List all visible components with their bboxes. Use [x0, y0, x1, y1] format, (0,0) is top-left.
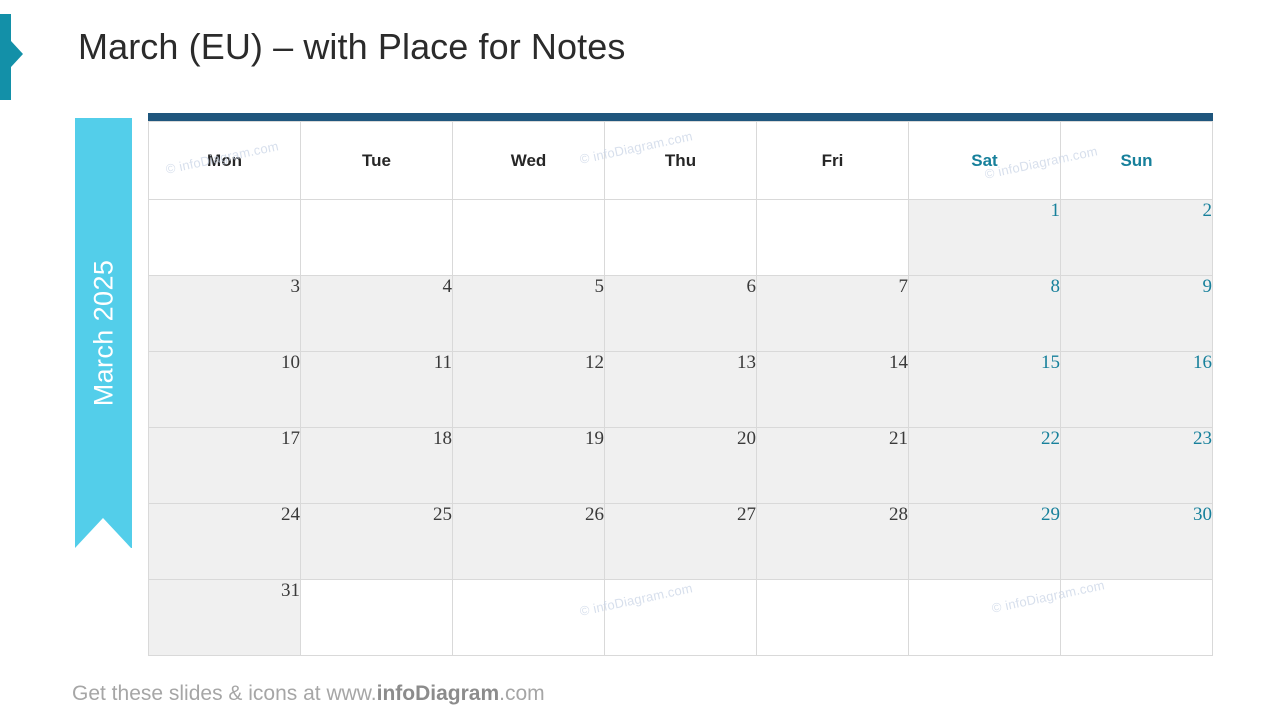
calendar-day-cell[interactable]: 20 [604, 427, 757, 504]
calendar-header-tue: Tue [300, 121, 453, 200]
month-ribbon: March 2025 [75, 118, 132, 548]
calendar-week-row: 24 25 26 27 28 29 30 [148, 503, 1213, 580]
calendar-week-row: 10 11 12 13 14 15 16 [148, 351, 1213, 428]
calendar-day-cell[interactable]: 22 [908, 427, 1061, 504]
calendar-empty-cell[interactable] [300, 579, 453, 656]
calendar-day-cell[interactable]: 6 [604, 275, 757, 352]
calendar-empty-cell[interactable] [452, 579, 605, 656]
month-ribbon-label: March 2025 [88, 259, 118, 407]
calendar-day-cell[interactable]: 24 [148, 503, 301, 580]
calendar-day-cell[interactable]: 2 [1060, 199, 1213, 276]
calendar-day-cell[interactable]: 14 [756, 351, 909, 428]
calendar-day-cell[interactable]: 3 [148, 275, 301, 352]
calendar-day-cell[interactable]: 28 [756, 503, 909, 580]
calendar-header-fri: Fri [756, 121, 909, 200]
calendar-container: Mon Tue Wed Thu Fri Sat Sun 1 2 3 4 5 6 7 8 9 10 11 12 13 1… [148, 113, 1213, 656]
calendar-day-cell[interactable]: 8 [908, 275, 1061, 352]
calendar-header-mon: Mon [148, 121, 301, 200]
calendar-day-cell[interactable]: 25 [300, 503, 453, 580]
calendar-day-cell[interactable]: 12 [452, 351, 605, 428]
calendar-day-cell[interactable]: 11 [300, 351, 453, 428]
calendar-day-cell[interactable]: 26 [452, 503, 605, 580]
calendar-header-thu: Thu [604, 121, 757, 200]
calendar-empty-cell[interactable] [756, 579, 909, 656]
calendar-day-cell[interactable]: 17 [148, 427, 301, 504]
calendar-day-cell[interactable]: 9 [1060, 275, 1213, 352]
calendar-day-cell[interactable]: 13 [604, 351, 757, 428]
calendar-day-cell[interactable]: 30 [1060, 503, 1213, 580]
title-accent-bar [0, 14, 11, 100]
ribbon-notch [75, 518, 131, 548]
calendar-day-cell[interactable]: 19 [452, 427, 605, 504]
calendar-header-sat: Sat [908, 121, 1061, 200]
calendar-header-wed: Wed [452, 121, 605, 200]
calendar-day-cell[interactable]: 16 [1060, 351, 1213, 428]
calendar-empty-cell[interactable] [756, 199, 909, 276]
calendar-week-row: 12 [148, 199, 1213, 276]
calendar-empty-cell[interactable] [300, 199, 453, 276]
calendar-day-cell[interactable]: 4 [300, 275, 453, 352]
calendar-week-row: 31 [148, 579, 1213, 656]
calendar-empty-cell[interactable] [1060, 579, 1213, 656]
calendar-header-row: Mon Tue Wed Thu Fri Sat Sun [148, 121, 1213, 200]
title-chevron-icon [11, 41, 23, 67]
footer-prefix: Get these slides & icons at www. [72, 682, 377, 705]
calendar-day-cell[interactable]: 5 [452, 275, 605, 352]
calendar-day-cell[interactable]: 7 [756, 275, 909, 352]
calendar-empty-cell[interactable] [908, 579, 1061, 656]
calendar-grid: Mon Tue Wed Thu Fri Sat Sun 1 2 3 4 5 6 7 8 9 10 11 12 13 1… [148, 121, 1213, 656]
calendar-week-row: 3456789 [148, 275, 1213, 352]
calendar-empty-cell[interactable] [452, 199, 605, 276]
calendar-top-bar [148, 113, 1213, 121]
footer-suffix: .com [499, 682, 545, 705]
calendar-empty-cell[interactable] [148, 199, 301, 276]
footer-promo: Get these slides & icons at www.infoDiag… [72, 682, 545, 706]
calendar-day-cell[interactable]: 27 [604, 503, 757, 580]
calendar-day-cell[interactable]: 18 [300, 427, 453, 504]
calendar-header-sun: Sun [1060, 121, 1213, 200]
calendar-day-cell[interactable]: 15 [908, 351, 1061, 428]
calendar-empty-cell[interactable] [604, 579, 757, 656]
calendar-week-row: 17 18 19 20 21 22 23 [148, 427, 1213, 504]
calendar-body: 1 2 3 4 5 6 7 8 9 10 11 12 13 14 15 16 17 18 19 20 21 22 23 24 2… [148, 199, 1213, 656]
calendar-day-cell[interactable]: 29 [908, 503, 1061, 580]
calendar-day-cell[interactable]: 23 [1060, 427, 1213, 504]
calendar-empty-cell[interactable] [604, 199, 757, 276]
footer-brand: infoDiagram [376, 682, 500, 705]
calendar-day-cell[interactable]: 31 [148, 579, 301, 656]
calendar-day-cell[interactable]: 10 [148, 351, 301, 428]
calendar-day-cell[interactable]: 21 [756, 427, 909, 504]
calendar-day-cell[interactable]: 1 [908, 199, 1061, 276]
page-title: March (EU) – with Place for Notes [78, 26, 626, 67]
